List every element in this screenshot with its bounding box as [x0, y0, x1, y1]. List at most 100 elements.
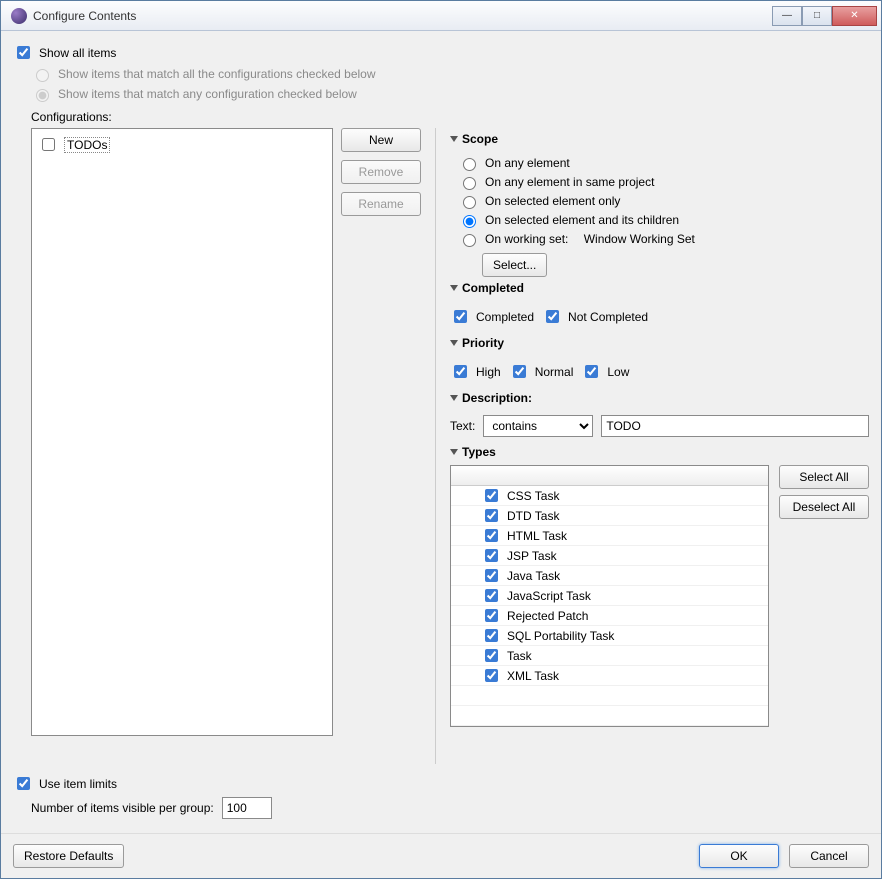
chevron-down-icon	[450, 340, 458, 346]
table-row[interactable]: Task	[451, 646, 768, 666]
chevron-down-icon	[450, 395, 458, 401]
scope-any-radio[interactable]: On any element	[458, 155, 869, 171]
type-label: JSP Task	[507, 549, 557, 563]
remove-button[interactable]: Remove	[341, 160, 421, 184]
description-section-title[interactable]: Description:	[450, 391, 869, 405]
types-section-title[interactable]: Types	[450, 445, 869, 459]
configurations-list[interactable]: TODOs	[31, 128, 333, 736]
type-checkbox[interactable]	[485, 529, 498, 542]
titlebar: Configure Contents — □ ✕	[1, 1, 881, 31]
table-row[interactable]: Java Task	[451, 566, 768, 586]
app-icon	[11, 8, 27, 24]
table-row[interactable]: HTML Task	[451, 526, 768, 546]
match-all-radio[interactable]: Show items that match all the configurat…	[31, 66, 869, 82]
right-column: Scope On any element On any element in s…	[450, 128, 869, 736]
table-row[interactable]: DTD Task	[451, 506, 768, 526]
type-checkbox[interactable]	[485, 629, 498, 642]
bottom-section: Use item limits Number of items visible …	[13, 772, 869, 823]
type-checkbox[interactable]	[485, 549, 498, 562]
items-per-group-row: Number of items visible per group:	[31, 797, 869, 819]
not-completed-checkbox[interactable]: Not Completed	[542, 307, 648, 326]
window-title: Configure Contents	[33, 9, 772, 23]
type-label: Java Task	[507, 569, 560, 583]
type-checkbox[interactable]	[485, 509, 498, 522]
scope-selected-only-radio[interactable]: On selected element only	[458, 193, 869, 209]
match-all-radio-input[interactable]	[36, 69, 49, 82]
description-mode-select[interactable]: contains	[483, 415, 593, 437]
left-column: TODOs New Remove Rename	[31, 128, 421, 764]
type-checkbox[interactable]	[485, 589, 498, 602]
types-row: CSS Task DTD Task HTML Task JSP Task Java Ta…	[450, 465, 869, 727]
chevron-down-icon	[450, 285, 458, 291]
type-checkbox[interactable]	[485, 489, 498, 502]
cancel-button[interactable]: Cancel	[789, 844, 869, 868]
completed-checkbox[interactable]: Completed	[450, 307, 534, 326]
match-any-radio-input[interactable]	[36, 89, 49, 102]
type-checkbox[interactable]	[485, 569, 498, 582]
table-row[interactable]: CSS Task	[451, 486, 768, 506]
type-label: HTML Task	[507, 529, 567, 543]
completed-checkboxes: Completed Not Completed	[450, 305, 869, 328]
dialog-window: Configure Contents — □ ✕ Show all items …	[0, 0, 882, 879]
items-per-group-input[interactable]	[222, 797, 272, 819]
minimize-button[interactable]: —	[772, 6, 802, 26]
table-row[interactable]: SQL Portability Task	[451, 626, 768, 646]
scope-title: Scope	[462, 132, 498, 146]
description-text-input[interactable]	[601, 415, 869, 437]
config-item-label[interactable]: TODOs	[64, 137, 110, 153]
table-row[interactable]: JSP Task	[451, 546, 768, 566]
type-label: Rejected Patch	[507, 609, 588, 623]
table-row	[451, 686, 768, 706]
show-all-items-checkbox[interactable]: Show all items	[13, 43, 869, 62]
number-label: Number of items visible per group:	[31, 801, 214, 815]
config-buttons: New Remove Rename	[341, 128, 421, 764]
chevron-down-icon	[450, 449, 458, 455]
type-label: JavaScript Task	[507, 589, 591, 603]
types-table[interactable]: CSS Task DTD Task HTML Task JSP Task Java Ta…	[450, 465, 769, 727]
type-checkbox[interactable]	[485, 609, 498, 622]
maximize-button[interactable]: □	[802, 6, 832, 26]
types-title: Types	[462, 445, 496, 459]
restore-defaults-button[interactable]: Restore Defaults	[13, 844, 124, 868]
priority-low-checkbox[interactable]: Low	[581, 362, 629, 381]
ok-button[interactable]: OK	[699, 844, 779, 868]
deselect-all-button[interactable]: Deselect All	[779, 495, 869, 519]
type-label: DTD Task	[507, 509, 559, 523]
select-working-set-button[interactable]: Select...	[482, 253, 547, 277]
description-title: Description:	[462, 391, 532, 405]
config-item-checkbox[interactable]	[42, 138, 55, 151]
scope-selected-children-radio[interactable]: On selected element and its children	[458, 212, 869, 228]
type-label: CSS Task	[507, 489, 559, 503]
type-checkbox[interactable]	[485, 669, 498, 682]
types-buttons: Select All Deselect All	[779, 465, 869, 519]
types-table-body: CSS Task DTD Task HTML Task JSP Task Java Ta…	[451, 486, 768, 726]
vertical-divider	[435, 128, 436, 764]
match-any-radio[interactable]: Show items that match any configuration …	[31, 86, 869, 102]
list-item[interactable]: TODOs	[38, 135, 326, 154]
type-label: Task	[507, 649, 532, 663]
match-any-label: Show items that match any configuration …	[58, 87, 357, 101]
type-checkbox[interactable]	[485, 649, 498, 662]
completed-section-title[interactable]: Completed	[450, 281, 869, 295]
priority-high-checkbox[interactable]: High	[450, 362, 501, 381]
table-row[interactable]: JavaScript Task	[451, 586, 768, 606]
close-button[interactable]: ✕	[832, 6, 877, 26]
use-item-limits-checkbox[interactable]: Use item limits	[13, 774, 869, 793]
table-row[interactable]: XML Task	[451, 666, 768, 686]
type-label: XML Task	[507, 669, 559, 683]
priority-section-title[interactable]: Priority	[450, 336, 869, 350]
scope-section-title[interactable]: Scope	[450, 132, 869, 146]
new-button[interactable]: New	[341, 128, 421, 152]
priority-checkboxes: High Normal Low	[450, 360, 869, 383]
priority-normal-checkbox[interactable]: Normal	[509, 362, 574, 381]
scope-same-project-radio[interactable]: On any element in same project	[458, 174, 869, 190]
table-row	[451, 706, 768, 726]
configurations-label: Configurations:	[31, 110, 869, 124]
table-row[interactable]: Rejected Patch	[451, 606, 768, 626]
select-all-button[interactable]: Select All	[779, 465, 869, 489]
scope-working-set-radio[interactable]: On working set: Window Working Set	[458, 231, 869, 247]
match-all-label: Show items that match all the configurat…	[58, 67, 376, 81]
rename-button[interactable]: Rename	[341, 192, 421, 216]
show-all-checkbox-input[interactable]	[17, 46, 30, 59]
description-row: Text: contains	[450, 415, 869, 437]
